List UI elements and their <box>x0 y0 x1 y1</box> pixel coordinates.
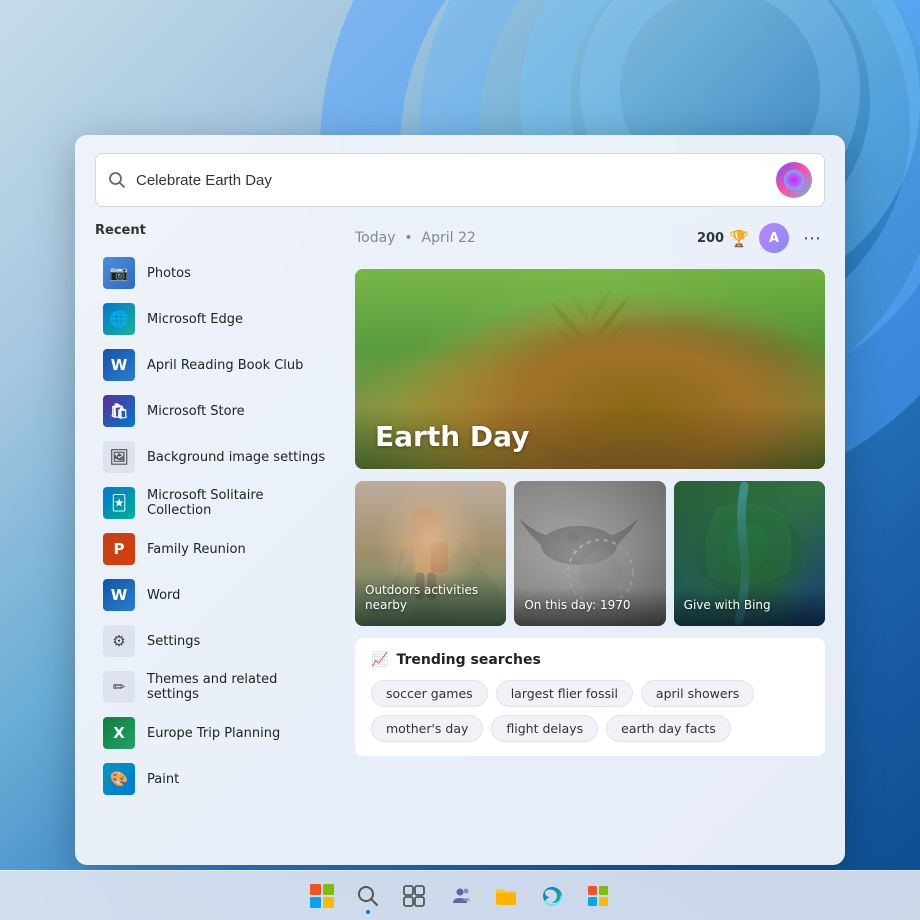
trending-icon: 📈 <box>371 652 388 668</box>
more-options-button[interactable]: ⋯ <box>799 226 825 251</box>
recent-item-icon-family: P <box>103 533 135 565</box>
trending-section: 📈 Trending searches soccer games largest … <box>355 638 825 756</box>
points-value: 200 <box>697 231 724 246</box>
recent-item-icon-photos: 📷 <box>103 257 135 289</box>
main-content: Recent 📷 Photos 🌐 Microsoft Edge W April… <box>75 219 845 865</box>
trending-title: Trending searches <box>396 652 540 668</box>
trending-tag-5[interactable]: earth day facts <box>606 715 731 742</box>
recent-item-icon-themes: ✏ <box>103 671 135 703</box>
recent-item-label-edge: Microsoft Edge <box>147 312 243 327</box>
recent-item-icon-europe-trip: X <box>103 717 135 749</box>
recent-item-icon-store: 🛍 <box>103 395 135 427</box>
user-avatar[interactable]: A <box>759 223 789 253</box>
card-onthisday-label: On this day: 1970 <box>514 588 665 626</box>
trending-header: 📈 Trending searches <box>371 652 809 668</box>
recent-item-icon-bgimage: 🖼 <box>103 441 135 473</box>
taskbar-store-button[interactable] <box>577 875 619 917</box>
points-badge: 200 🏆 <box>697 229 749 248</box>
windows-logo <box>310 884 334 908</box>
trending-tag-4[interactable]: flight delays <box>491 715 598 742</box>
recent-item-label-photos: Photos <box>147 266 191 281</box>
bing-logo <box>776 162 812 198</box>
recent-item-bgimage[interactable]: 🖼 Background image settings <box>95 434 335 480</box>
trending-tag-2[interactable]: april showers <box>641 680 754 707</box>
panel-header: Today • April 22 200 🏆 A ⋯ <box>355 219 825 257</box>
recent-item-photos[interactable]: 📷 Photos <box>95 250 335 296</box>
card-givewithbing-label: Give with Bing <box>674 588 825 626</box>
hero-card-title: Earth Day <box>375 420 805 453</box>
recent-item-icon-edge: 🌐 <box>103 303 135 335</box>
search-icon <box>108 171 126 189</box>
card-on-this-day[interactable]: On this day: 1970 <box>514 481 665 626</box>
recent-item-label-paint: Paint <box>147 772 179 787</box>
taskbar <box>0 870 920 920</box>
recent-item-label-settings: Settings <box>147 634 200 649</box>
card-outdoors-activities[interactable]: Outdoors activities nearby <box>355 481 506 626</box>
recent-item-label-bgimage: Background image settings <box>147 450 325 465</box>
store-icon <box>586 884 610 908</box>
recent-item-store[interactable]: 🛍 Microsoft Store <box>95 388 335 434</box>
fileexplorer-icon <box>494 886 518 906</box>
trending-tag-3[interactable]: mother's day <box>371 715 483 742</box>
card-give-with-bing[interactable]: Give with Bing <box>674 481 825 626</box>
recent-item-label-solitaire: Microsoft Solitaire Collection <box>147 488 327 518</box>
taskbar-fileexplorer-button[interactable] <box>485 875 527 917</box>
recent-item-label-family: Family Reunion <box>147 542 246 557</box>
taskbar-teams-button[interactable] <box>439 875 481 917</box>
trending-tag-1[interactable]: largest flier fossil <box>496 680 633 707</box>
hero-card-overlay: Earth Day <box>355 404 825 469</box>
recent-item-label-europe-trip: Europe Trip Planning <box>147 726 280 741</box>
panel-date: Today • April 22 <box>355 230 476 246</box>
recent-item-solitaire[interactable]: 🃏 Microsoft Solitaire Collection <box>95 480 335 526</box>
search-bar-container <box>75 135 845 219</box>
hero-card-earthday[interactable]: Earth Day <box>355 269 825 469</box>
taskbar-edge-button[interactable] <box>531 875 573 917</box>
taskview-icon <box>403 885 425 907</box>
sidebar-title: Recent <box>95 219 335 242</box>
recent-item-edge[interactable]: 🌐 Microsoft Edge <box>95 296 335 342</box>
recent-item-icon-april-book: W <box>103 349 135 381</box>
recent-item-icon-paint: 🎨 <box>103 763 135 795</box>
search-input[interactable] <box>136 172 766 189</box>
recent-item-family[interactable]: P Family Reunion <box>95 526 335 572</box>
recent-item-label-store: Microsoft Store <box>147 404 245 419</box>
search-input-wrapper[interactable] <box>95 153 825 207</box>
taskbar-search-icon <box>356 884 380 908</box>
search-popup: Recent 📷 Photos 🌐 Microsoft Edge W April… <box>75 135 845 865</box>
recent-item-europe-trip[interactable]: X Europe Trip Planning <box>95 710 335 756</box>
trending-tags-container: soccer games largest flier fossil april sh… <box>371 680 809 742</box>
small-cards-grid: Outdoors activities nearby <box>355 481 825 626</box>
panel-header-right: 200 🏆 A ⋯ <box>697 223 825 253</box>
recent-item-word[interactable]: W Word <box>95 572 335 618</box>
recent-item-icon-solitaire: 🃏 <box>103 487 135 519</box>
recent-item-settings[interactable]: ⚙ Settings <box>95 618 335 664</box>
recent-item-icon-word: W <box>103 579 135 611</box>
recent-item-themes[interactable]: ✏ Themes and related settings <box>95 664 335 710</box>
edge-icon <box>540 884 564 908</box>
taskbar-taskview-button[interactable] <box>393 875 435 917</box>
trophy-icon: 🏆 <box>729 229 749 248</box>
search-badges <box>776 162 812 198</box>
teams-icon <box>448 884 472 908</box>
right-panel: Today • April 22 200 🏆 A ⋯ <box>355 219 825 845</box>
recent-items-list: 📷 Photos 🌐 Microsoft Edge W April Readin… <box>95 250 335 802</box>
recent-item-icon-settings: ⚙ <box>103 625 135 657</box>
sidebar: Recent 📷 Photos 🌐 Microsoft Edge W April… <box>95 219 335 845</box>
taskbar-search-button[interactable] <box>347 875 389 917</box>
recent-item-paint[interactable]: 🎨 Paint <box>95 756 335 802</box>
trending-tag-0[interactable]: soccer games <box>371 680 488 707</box>
recent-item-label-word: Word <box>147 588 180 603</box>
recent-item-april-book[interactable]: W April Reading Book Club <box>95 342 335 388</box>
recent-item-label-themes: Themes and related settings <box>147 672 327 702</box>
card-outdoors-label: Outdoors activities nearby <box>355 573 506 626</box>
recent-item-label-april-book: April Reading Book Club <box>147 358 303 373</box>
taskbar-start-button[interactable] <box>301 875 343 917</box>
